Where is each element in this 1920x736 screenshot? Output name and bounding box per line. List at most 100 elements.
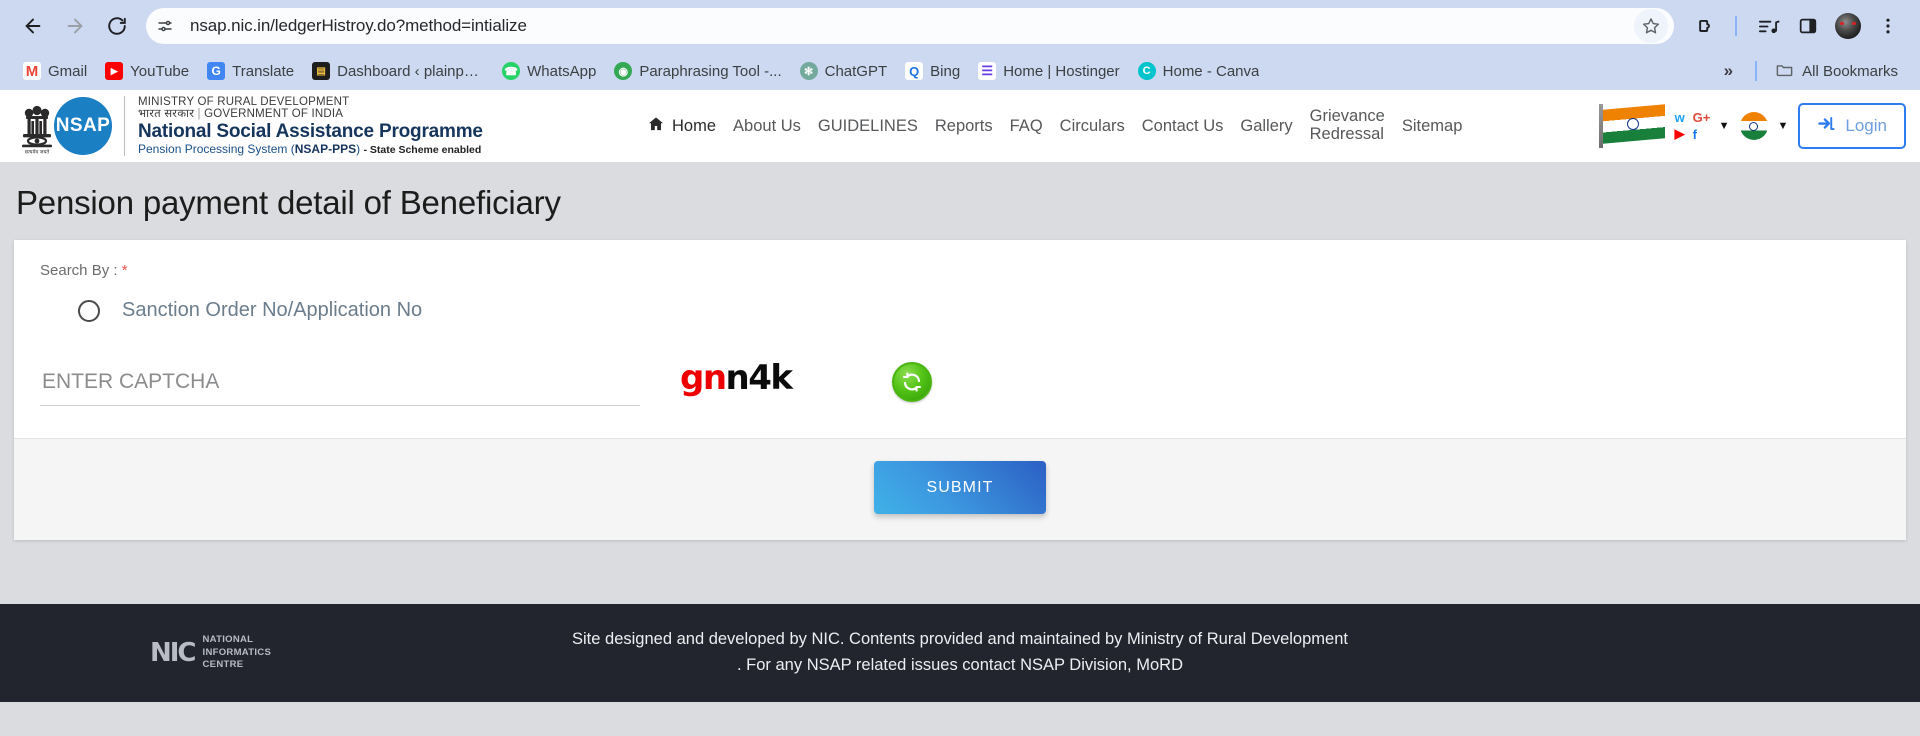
bing-search-icon: Q — [905, 62, 924, 80]
bookmark-paraphrasing-tool[interactable]: ◉ Paraphrasing Tool -... — [605, 59, 790, 83]
site-footer: NIC NATIONAL INFORMATICS CENTRE Site des… — [0, 604, 1920, 702]
home-icon — [647, 115, 665, 138]
gov-line-english: GOVERNMENT OF INDIA — [204, 108, 344, 121]
social-caret-down-icon[interactable]: ▼ — [1719, 120, 1730, 132]
forward-button[interactable] — [56, 7, 94, 45]
captcha-image-text-black: n4k — [725, 358, 793, 398]
search-by-label: Search By : * — [40, 262, 1880, 279]
bookmark-youtube[interactable]: ▶ YouTube — [96, 59, 198, 83]
subsystem-prefix: Pension Processing System ( — [138, 141, 295, 156]
nav-item-contact-us[interactable]: Contact Us — [1142, 117, 1224, 136]
search-by-radio-group: Sanction Order No/Application No — [40, 279, 1880, 322]
svg-text:सत्यमेव जयते: सत्यमेव जयते — [25, 149, 50, 155]
refresh-captcha-icon[interactable] — [892, 362, 932, 402]
subsystem-suffix: ) — [356, 141, 361, 156]
nav-item-sitemap[interactable]: Sitemap — [1402, 117, 1463, 136]
language-caret-down-icon[interactable]: ▼ — [1778, 120, 1789, 132]
required-asterisk: * — [121, 262, 128, 279]
google-translate-icon: G — [207, 62, 226, 80]
india-flag-round-icon[interactable] — [1739, 112, 1768, 140]
nav-item-faq[interactable]: FAQ — [1010, 117, 1043, 136]
submit-button[interactable]: SUBMIT — [874, 461, 1046, 514]
header-right-tools: w G+ ▶ f ▼ ▼ Login — [1598, 103, 1906, 149]
side-panel-icon[interactable] — [1790, 8, 1826, 44]
login-label: Login — [1845, 116, 1887, 135]
nav-item-label-line2: Redressal — [1309, 125, 1384, 143]
page-content: Pension payment detail of Beneficiary Se… — [0, 162, 1920, 604]
nav-item-label: Home — [672, 116, 717, 135]
nav-item-home[interactable]: Home — [647, 115, 716, 138]
profile-avatar[interactable] — [1830, 8, 1866, 44]
bookmark-translate[interactable]: G Translate — [198, 59, 303, 83]
bookmark-gmail[interactable]: M Gmail — [14, 59, 96, 83]
gmail-icon: M — [23, 62, 41, 80]
page-title: Pension payment detail of Beneficiary — [16, 184, 561, 221]
nav-item-reports[interactable]: Reports — [935, 117, 993, 136]
bookmark-label: Home - Canva — [1162, 62, 1260, 80]
brand-text: MINISTRY OF RURAL DEVELOPMENT भारत सरकार… — [124, 95, 483, 157]
brand-logo[interactable]: सत्यमेव जयते NSAP MINISTRY OF RURAL DEVE… — [14, 95, 483, 157]
social-links[interactable]: w G+ ▶ f — [1675, 110, 1711, 142]
captcha-image: gnn4k — [680, 358, 830, 406]
bookmark-dashboard[interactable]: ▤ Dashboard ‹ plainpa... — [303, 59, 493, 83]
captcha-row: gnn4k — [40, 322, 1880, 432]
url-text: nsap.nic.in/ledgerHistroy.do?method=inti… — [190, 16, 527, 35]
address-bar[interactable]: nsap.nic.in/ledgerHistroy.do?method=inti… — [146, 8, 1674, 44]
subsystem-line: Pension Processing System (NSAP-PPS) - S… — [138, 141, 483, 157]
search-by-text: Search By : — [40, 262, 118, 279]
browser-toolbar: nsap.nic.in/ledgerHistroy.do?method=inti… — [0, 0, 1920, 52]
ministry-line: MINISTRY OF RURAL DEVELOPMENT — [138, 95, 350, 108]
bookmark-canva[interactable]: C Home - Canva — [1129, 59, 1269, 83]
bookmark-label: Translate — [232, 62, 295, 80]
nav-item-gallery[interactable]: Gallery — [1240, 117, 1292, 136]
footer-credits-line-2: . For any NSAP related issues contact NS… — [737, 656, 1183, 674]
all-bookmarks-button[interactable]: All Bookmarks — [1767, 57, 1906, 86]
three-dot-menu-icon[interactable] — [1870, 8, 1906, 44]
programme-title: National Social Assistance Programme — [138, 121, 483, 143]
youtube-icon: ▶ — [105, 62, 124, 80]
subsystem-code: NSAP-PPS — [294, 141, 357, 156]
google-plus-icon[interactable]: G+ — [1693, 110, 1711, 125]
bookmark-label: Dashboard ‹ plainpa... — [337, 62, 485, 80]
subsystem-tag: - State Scheme enabled — [363, 143, 482, 156]
whatsapp-icon: ☎ — [502, 62, 521, 80]
radio-sanction-order-no[interactable] — [78, 299, 100, 322]
bookmark-whatsapp[interactable]: ☎ WhatsApp — [493, 59, 605, 83]
all-bookmarks-label: All Bookmarks — [1802, 62, 1898, 80]
login-button[interactable]: Login — [1798, 103, 1906, 149]
facebook-icon[interactable]: f — [1693, 127, 1709, 142]
search-form-footer: SUBMIT — [14, 438, 1906, 540]
reload-button[interactable] — [98, 7, 136, 45]
bookmarks-overflow-button[interactable]: » — [1712, 61, 1745, 81]
hostinger-icon: ☰ — [978, 62, 997, 80]
tune-icon[interactable] — [150, 11, 180, 41]
canva-icon: C — [1137, 62, 1156, 80]
extensions-puzzle-icon[interactable] — [1686, 8, 1722, 44]
youtube-icon[interactable]: ▶ — [1675, 126, 1691, 142]
bookmark-hostinger[interactable]: ☰ Home | Hostinger — [969, 59, 1128, 83]
government-line: भारत सरकार | GOVERNMENT OF INDIA — [138, 108, 344, 121]
twitter-icon[interactable]: w — [1675, 110, 1691, 125]
chatgpt-icon: ✻ — [799, 62, 818, 80]
star-icon[interactable] — [1634, 9, 1668, 43]
site-header: सत्यमेव जयते NSAP MINISTRY OF RURAL DEVE… — [0, 90, 1920, 162]
media-playlist-icon[interactable] — [1750, 8, 1786, 44]
nav-item-guidelines[interactable]: GUIDELINES — [818, 117, 918, 136]
gov-line-hindi: भारत सरकार — [138, 108, 195, 121]
bookmark-label: ChatGPT — [824, 62, 888, 80]
bookmark-label: YouTube — [130, 62, 190, 80]
search-form-card: Search By : * Sanction Order No/Applicat… — [14, 240, 1906, 540]
bookmark-bing[interactable]: Q Bing — [896, 59, 969, 83]
nsap-badge: NSAP — [54, 96, 112, 155]
nav-item-grievance-redressal[interactable]: Grievance Redressal — [1309, 107, 1385, 144]
bookmark-chatgpt[interactable]: ✻ ChatGPT — [791, 59, 897, 83]
toolbar-divider — [1735, 16, 1737, 36]
bookmark-label: Paraphrasing Tool -... — [639, 62, 782, 80]
nav-item-about-us[interactable]: About Us — [733, 117, 801, 136]
indian-flag-waving — [1598, 104, 1665, 148]
nav-item-circulars[interactable]: Circulars — [1060, 117, 1125, 136]
back-button[interactable] — [14, 7, 52, 45]
footer-credits-line-1: Site designed and developed by NIC. Cont… — [572, 630, 1348, 649]
bookmarks-bar: M Gmail ▶ YouTube G Translate ▤ Dashboar… — [0, 52, 1920, 90]
captcha-input[interactable] — [40, 366, 640, 406]
